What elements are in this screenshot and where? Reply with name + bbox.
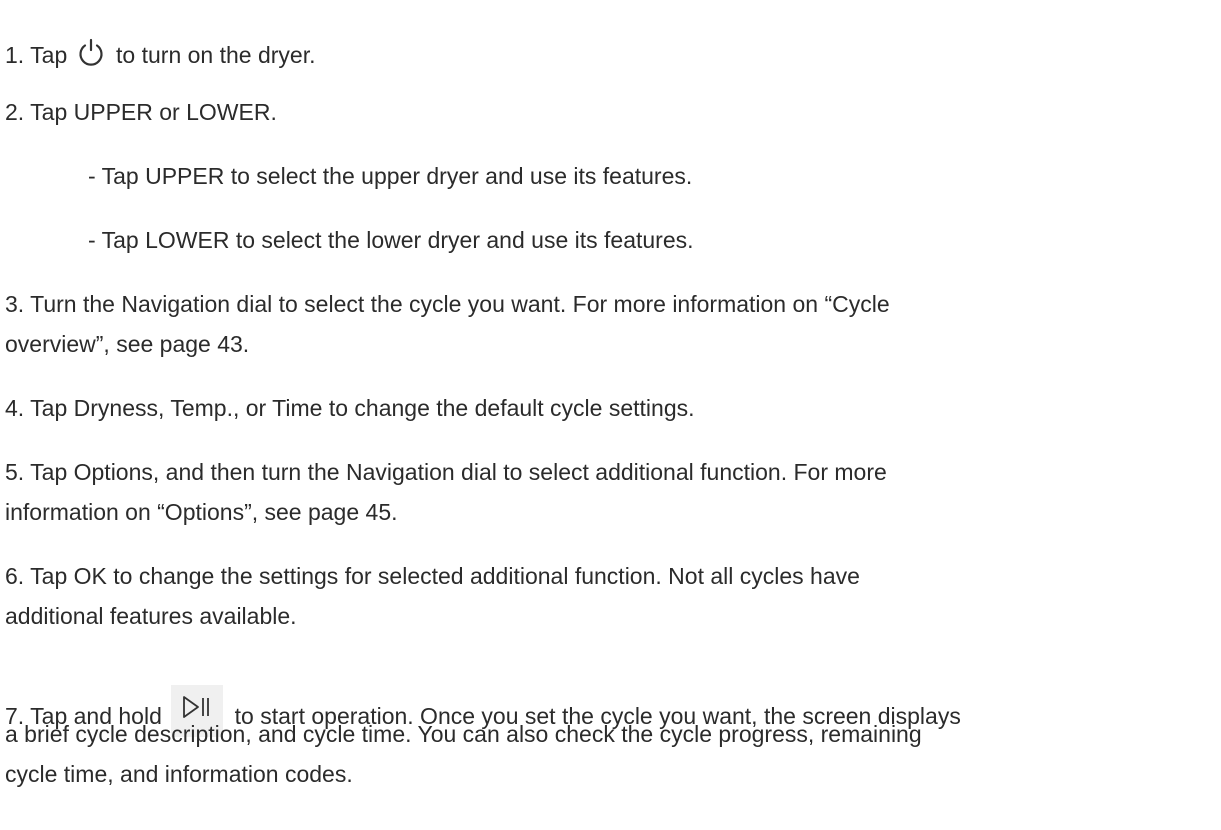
step-1: 1. Tap to turn on the dryer. [5,33,315,70]
step-2-upper-note: - Tap UPPER to select the upper dryer an… [88,163,693,189]
step-4: 4. Tap Dryness, Temp., or Time to change… [5,395,695,421]
step-1-suffix: to turn on the dryer. [109,42,316,68]
step-6-line-2: additional features available. [5,603,297,629]
step-7-line-2: a brief cycle description, and cycle tim… [5,721,922,747]
step-1-prefix: 1. Tap [5,42,74,68]
step-6-line-1: 6. Tap OK to change the settings for sel… [5,563,860,589]
step-2-lower-note: - Tap LOWER to select the lower dryer an… [88,227,694,253]
step-3-line-1: 3. Turn the Navigation dial to select th… [5,291,890,317]
power-icon [76,37,106,74]
step-5-line-1: 5. Tap Options, and then turn the Naviga… [5,459,887,485]
step-7-line-3: cycle time, and information codes. [5,761,353,787]
step-2: 2. Tap UPPER or LOWER. [5,99,277,125]
step-3-line-2: overview”, see page 43. [5,331,250,357]
step-5-line-2: information on “Options”, see page 45. [5,499,398,525]
